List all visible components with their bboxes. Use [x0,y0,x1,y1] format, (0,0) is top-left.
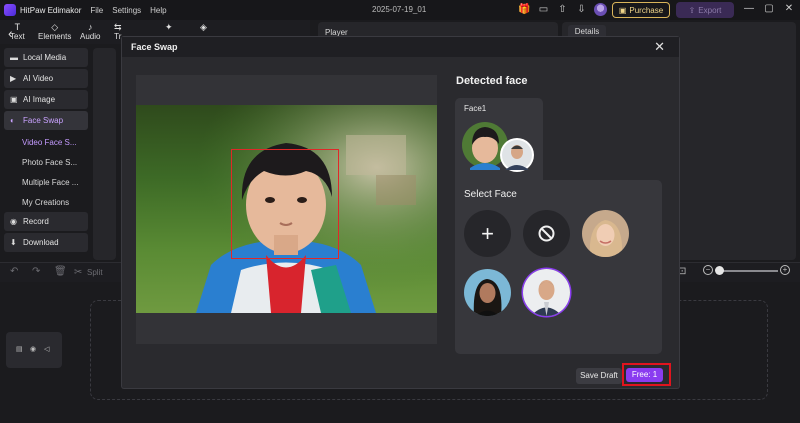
purchase-button[interactable]: ▣ Purchase [612,2,670,18]
select-face-panel: Select Face + [455,180,662,354]
sidebar-item-ai-video[interactable]: ▶ AI Video [4,69,88,88]
track-visibility-icon[interactable]: ◉ [30,345,36,353]
tool-filter[interactable]: ◈ [200,22,207,32]
cart-icon: ▣ [618,5,627,15]
face-thumbnail-image [523,269,570,316]
menu-file[interactable]: File [90,6,103,15]
split-icon[interactable]: ✂ [74,267,82,278]
sidebar: ▬ Local Media ▶ AI Video ▣ AI Image ◐ Face S… [4,48,88,263]
messages-icon[interactable]: ▭ [537,3,550,16]
no-face-button[interactable] [523,210,570,257]
face-swap-icon: ◐ [10,116,15,125]
download-icon[interactable]: ⇩ [575,3,588,16]
fit-icon[interactable]: ⊡ [678,266,686,277]
title-icons: 🎁 ▭ ⇧ ⇩ [518,3,607,16]
elements-icon: ◇ [51,22,59,32]
sidebar-sub-multiple-face-swap[interactable]: Multiple Face ... [4,172,88,192]
record-icon: ◉ [10,217,17,226]
effects-icon: ✦ [165,22,173,32]
select-face-title: Select Face [464,189,517,200]
tool-effects[interactable]: ✦ [165,22,173,32]
highlight-annotation [622,363,671,386]
save-draft-button[interactable]: Save Draft [576,368,622,384]
face-option-woman-blonde[interactable] [582,210,629,257]
sidebar-sub-my-creations[interactable]: My Creations [4,192,88,212]
sidebar-item-ai-image[interactable]: ▣ AI Image [4,90,88,109]
sidebar-sub-photo-face-swap[interactable]: Photo Face S... [4,152,88,172]
face-option-man-suit[interactable] [523,269,570,316]
export-button[interactable]: ⇪ Export [676,2,734,18]
tool-audio[interactable]: ♪ Audio [80,22,100,41]
app-title: HitPaw Edimakor [20,5,82,15]
tool-transition[interactable]: ⇆ Tr [114,22,122,41]
undo-icon[interactable]: ↶ [10,266,18,277]
detected-face-box [231,149,339,259]
gift-icon[interactable]: 🎁 [518,3,531,16]
preview-area [136,75,437,344]
purchase-label: Purchase [629,5,664,15]
ban-icon [538,225,555,242]
filter-icon: ◈ [200,22,207,32]
face-thumbnails [462,122,534,172]
plus-icon: + [481,221,494,246]
track-audio-icon[interactable]: ◁ [44,345,49,353]
maximize-icon[interactable]: ▢ [762,3,776,14]
zoom-in-icon[interactable]: + [780,265,790,275]
upload-icon[interactable]: ⇧ [556,3,569,16]
face-option-woman-dark[interactable] [464,269,511,316]
face-thumbnail-image [464,269,511,316]
face-swap-dialog: Face Swap ✕ Detected face Face1 Select F… [122,37,679,388]
zoom-slider[interactable] [718,270,778,272]
export-icon: ⇪ [688,5,696,15]
minimize-icon[interactable]: — [742,3,756,14]
export-label: Export [698,5,722,15]
avatar[interactable] [594,3,607,16]
tool-elements[interactable]: ◇ Elements [38,22,71,41]
sidebar-item-local-media[interactable]: ▬ Local Media [4,48,88,67]
track-lock-icon[interactable]: ▤ [16,345,23,353]
face-thumbnail-image [582,210,629,257]
track-header: ▤ ◉ ◁ [6,332,62,368]
menu-help[interactable]: Help [150,6,166,15]
redo-icon[interactable]: ↷ [32,266,40,277]
close-window-icon[interactable]: ✕ [782,3,796,14]
document-title: 2025-07-19_01 [372,5,427,14]
sidebar-item-record[interactable]: ◉ Record [4,212,88,231]
menu-settings[interactable]: Settings [112,6,141,15]
add-face-button[interactable]: + [464,210,511,257]
sidebar-sub-video-face-swap[interactable]: Video Face S... [4,132,88,152]
delete-icon[interactable]: 🗑 [54,266,67,277]
folder-icon: ▬ [10,53,18,62]
player-label: Player [325,28,348,37]
transition-icon: ⇆ [114,22,122,32]
detected-face-title: Detected face [456,75,528,87]
zoom-out-icon[interactable]: − [703,265,713,275]
app-logo [4,4,16,16]
video-icon: ▶ [10,74,17,83]
media-panel [93,48,116,260]
sidebar-item-face-swap[interactable]: ◐ Face Swap [4,111,88,130]
face-card[interactable]: Face1 [455,98,543,188]
zoom-slider-handle[interactable] [715,266,724,275]
dialog-title: Face Swap [131,42,178,52]
audio-icon: ♪ [87,22,93,32]
image-icon: ▣ [10,95,18,104]
preview-photo [136,105,437,313]
close-icon[interactable]: ✕ [654,39,665,55]
dialog-header: Face Swap ✕ [122,37,679,57]
sidebar-item-download[interactable]: ⬇ Download [4,233,88,252]
download-icon: ⬇ [10,238,17,247]
back-chevron-icon[interactable]: ‹ [8,25,13,41]
split-label[interactable]: Split [87,268,103,277]
